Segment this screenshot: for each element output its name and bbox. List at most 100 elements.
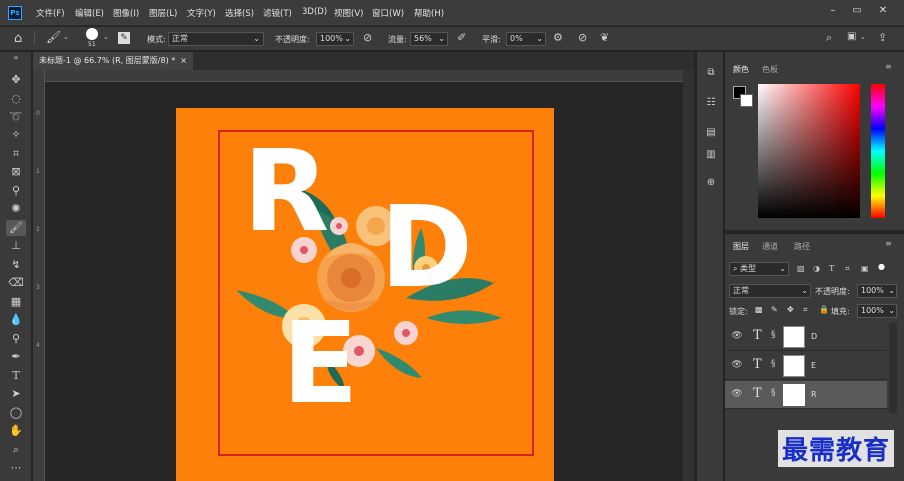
menu-type[interactable]: 文字(Y) [187,7,216,19]
tab-color[interactable]: 颜色 [733,64,749,75]
background-color-swatch[interactable] [740,94,753,107]
menu-3d[interactable]: 3D(D) [302,7,327,17]
brush-tool-icon[interactable]: 🖌 [6,220,26,236]
layer-mask-thumbnail[interactable] [783,326,805,348]
symmetry-icon[interactable]: ❦ [600,31,609,44]
eye-icon[interactable]: 👁 [731,331,743,343]
lock-position-icon[interactable]: ✥ [787,305,794,314]
clone-stamp-tool-icon[interactable]: ⊥ [6,238,26,254]
letter-e[interactable]: E [282,308,359,420]
menu-select[interactable]: 选择(S) [225,7,254,19]
history-panel-icon[interactable]: ⧉ [703,66,719,80]
link-icon[interactable]: § [771,330,776,340]
type-tool-icon[interactable]: T [6,368,26,384]
pressure-opacity-icon[interactable]: ⊘ [363,31,372,44]
menu-image[interactable]: 图像(I) [113,7,139,19]
styles-panel-icon[interactable]: ⊕ [703,176,719,190]
layer-opacity-input[interactable]: 100% ⌄ [857,284,897,298]
menu-window[interactable]: 窗口(W) [372,7,404,19]
gear-icon[interactable]: ⚙ [553,31,563,44]
filter-adjustment-icon[interactable]: ◑ [813,264,820,273]
pressure-size-icon[interactable]: ⊘ [578,31,587,44]
marquee-tool-icon[interactable]: ◌ [6,91,26,107]
filter-smart-object-icon[interactable]: ▣ [861,264,869,273]
panel-menu-icon[interactable]: ≡ [885,239,892,248]
layer-filter-select[interactable]: ⌕ 类型 ⌄ [729,262,789,276]
filter-shape-icon[interactable]: ⌗ [845,264,850,274]
brush-preset-icon[interactable] [86,28,98,40]
crop-tool-icon[interactable]: ⌗ [6,146,26,162]
menu-help[interactable]: 帮助(H) [414,7,444,19]
flow-input[interactable]: 56% ⌄ [410,32,448,46]
close-window-button[interactable]: ✕ [872,2,894,20]
panel-menu-icon[interactable]: ≡ [885,62,892,71]
gradient-tool-icon[interactable]: ▦ [6,294,26,310]
fill-input[interactable]: 100% ⌄ [857,304,897,318]
adjustments-panel-icon[interactable]: ▤ [703,126,719,140]
menu-edit[interactable]: 编辑(E) [75,7,104,19]
chevron-down-icon[interactable]: ⌄ [860,33,866,41]
dodge-tool-icon[interactable]: ⚲ [6,331,26,347]
airbrush-icon[interactable]: ✐ [457,31,466,44]
eye-icon[interactable]: 👁 [731,360,743,372]
link-icon[interactable]: § [771,359,776,369]
lock-all-icon[interactable]: 🔒 [819,305,829,314]
lock-artboard-icon[interactable]: ⌗ [803,305,808,315]
opacity-input[interactable]: 100% ⌄ [316,32,354,46]
lock-transparent-icon[interactable]: ▩ [755,305,763,314]
zoom-tool-icon[interactable]: ⌕ [6,442,26,458]
home-icon[interactable]: ⌂ [14,31,22,46]
filter-toggle-icon[interactable]: ● [878,262,885,271]
layer-row-d[interactable]: 👁 T § D [725,323,887,351]
vertical-scrollbar[interactable] [683,70,694,481]
move-tool-icon[interactable]: ✥ [6,72,26,88]
path-selection-tool-icon[interactable]: ➤ [6,386,26,402]
lasso-tool-icon[interactable]: ➰ [6,109,26,125]
filter-pixel-icon[interactable]: ▨ [797,264,805,273]
eraser-tool-icon[interactable]: ⌫ [6,275,26,291]
link-icon[interactable]: § [771,388,776,398]
brush-settings-icon[interactable]: ✎ [118,32,130,44]
blur-tool-icon[interactable]: 💧 [6,312,26,328]
menu-view[interactable]: 视图(V) [334,7,363,19]
magic-wand-tool-icon[interactable]: ✧ [6,127,26,143]
mode-select[interactable]: 正常 ⌄ [168,32,264,46]
chevron-down-icon[interactable]: ⌄ [103,33,109,41]
layer-mask-thumbnail[interactable] [783,384,805,406]
tab-swatches[interactable]: 色板 [762,64,778,75]
letter-r[interactable]: R [243,136,329,248]
hand-tool-icon[interactable]: ✋ [6,423,26,439]
layer-name[interactable]: R [811,390,817,399]
tab-layers[interactable]: 图层 [733,241,749,252]
letter-d[interactable]: D [380,192,473,304]
close-tab-icon[interactable]: × [180,52,187,70]
filter-type-icon[interactable]: T [829,264,834,273]
layer-name[interactable]: D [811,332,817,341]
smoothing-input[interactable]: 0% ⌄ [506,32,546,46]
layer-mask-thumbnail[interactable] [783,355,805,377]
chevron-down-icon[interactable]: ⌄ [63,33,69,41]
layer-name[interactable]: E [811,361,816,370]
healing-brush-tool-icon[interactable]: ✺ [6,201,26,217]
color-field[interactable] [758,84,860,218]
brush-tool-icon[interactable]: 🖌 [46,30,61,44]
lock-pixels-icon[interactable]: ✎ [771,305,778,314]
workspace-icon[interactable]: ▣ [847,31,856,42]
properties-panel-icon[interactable]: ☷ [703,96,719,110]
tab-paths[interactable]: 路径 [794,241,810,252]
menu-layer[interactable]: 图层(L) [149,7,177,19]
layers-scrollbar[interactable] [889,323,897,413]
menu-file[interactable]: 文件(F) [36,7,65,19]
tab-channels[interactable]: 通道 [762,241,778,252]
blend-mode-select[interactable]: 正常 ⌄ [729,284,811,298]
frame-tool-icon[interactable]: ⊠ [6,164,26,180]
more-tools-icon[interactable]: ⋯ [6,460,26,476]
search-icon[interactable]: ⌕ [826,31,832,45]
menu-filter[interactable]: 滤镜(T) [263,7,292,19]
share-icon[interactable]: ⇪ [878,31,887,44]
eyedropper-tool-icon[interactable]: ⚲ [6,183,26,199]
document-tab[interactable]: 未标题-1 @ 66.7% (R, 图层蒙版/8) * × [33,52,193,70]
restore-button[interactable]: ▭ [846,2,868,20]
ellipse-tool-icon[interactable]: ◯ [6,405,26,421]
history-brush-tool-icon[interactable]: ↯ [6,257,26,273]
